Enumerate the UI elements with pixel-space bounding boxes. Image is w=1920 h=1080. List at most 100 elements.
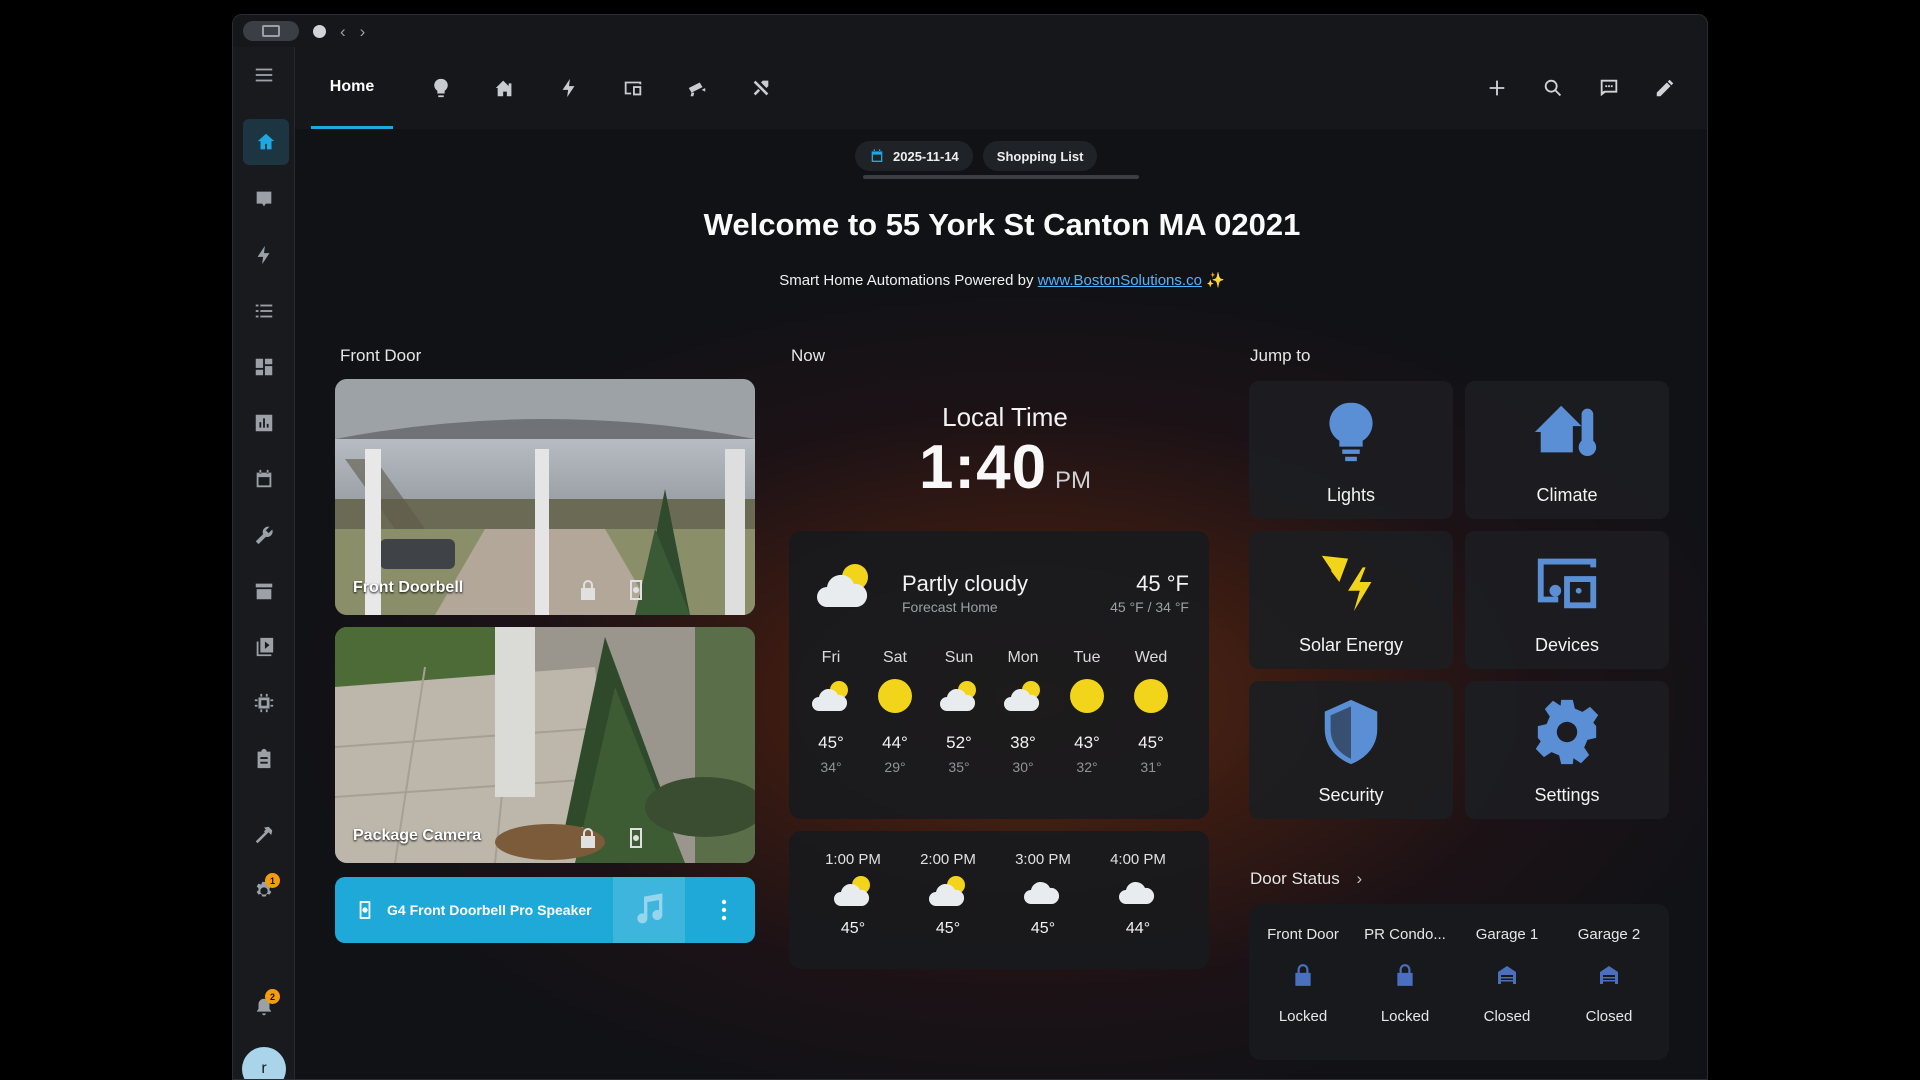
forecast-weather-icon [1129, 679, 1173, 715]
calendar-icon [256, 469, 272, 488]
tile-lights[interactable]: Lights [1249, 381, 1453, 519]
add-button[interactable] [1483, 74, 1511, 102]
camera-status-icons [579, 579, 645, 601]
forecast-weather-icon [937, 679, 981, 715]
company-link[interactable]: www.BostonSolutions.co [1038, 272, 1202, 289]
forecast-day: Fri 45° 34° [801, 649, 861, 775]
sidebar-item-developer[interactable] [246, 817, 282, 853]
lightbulb-icon [434, 78, 448, 98]
browser-window: ‹ › 1 2 r Home 2025-11-14 Shopping List … [232, 14, 1708, 1080]
sidebar-item-store[interactable] [246, 573, 282, 609]
doorbell-icon [630, 580, 642, 600]
music-note-icon [637, 893, 663, 924]
sidebar-item-map[interactable] [246, 181, 282, 217]
forecast-high: 45° [1138, 733, 1164, 752]
tile-climate[interactable]: Climate [1465, 381, 1669, 519]
hourly-item: 2:00 PM 45° [908, 851, 988, 938]
chip-row: 2025-11-14 Shopping List [855, 141, 1098, 171]
door-status-item[interactable]: Front Door Locked [1255, 926, 1351, 1025]
door-status-item[interactable]: Garage 1 Closed [1459, 926, 1555, 1025]
partly-cloudy-icon [1004, 681, 1040, 711]
doorbell-speaker-bar[interactable]: G4 Front Doorbell Pro Speaker [335, 877, 755, 943]
sidebar-item-home[interactable] [243, 119, 289, 165]
hourly-forecast-card[interactable]: 1:00 PM 45° 2:00 PM 45° 3:00 PM 45° 4:00 PM 44° [789, 831, 1209, 969]
tab-devices[interactable] [613, 47, 653, 129]
tab-tools[interactable] [741, 47, 781, 129]
more-options-icon[interactable] [721, 899, 727, 921]
tile-solar-energy-label: Solar Energy [1298, 635, 1404, 655]
tab-security[interactable] [677, 47, 717, 129]
date-label: 2025-11-14 [893, 148, 959, 164]
menu-icon[interactable] [246, 57, 282, 93]
sidebar-item-calendar[interactable] [246, 461, 282, 497]
hourly-time: 1:00 PM [825, 851, 881, 868]
forecast-weather-icon [1001, 679, 1045, 715]
window-titlebar: ‹ › [233, 15, 1707, 47]
forecast-low: 34° [820, 759, 842, 775]
forecast-weather-icon [809, 679, 853, 715]
package-camera[interactable]: Package Camera [335, 627, 755, 863]
favicon-icon [313, 24, 326, 38]
sidebar-item-notifications[interactable]: 2 [246, 989, 282, 1025]
history-icon [255, 414, 273, 432]
hourly-time: 4:00 PM [1110, 851, 1166, 868]
tile-security-label: Security [1318, 785, 1384, 805]
gear-icon [1535, 699, 1599, 765]
sidebar-item-clipboard[interactable] [246, 741, 282, 777]
sidebar-item-dashboard[interactable] [246, 349, 282, 385]
tab-climate[interactable] [485, 47, 525, 129]
solar-power-icon [1321, 555, 1372, 612]
lock-icon [1295, 964, 1311, 986]
tile-settings[interactable]: Settings [1465, 681, 1669, 819]
sidebar-item-energy[interactable] [246, 237, 282, 273]
window-icon[interactable] [243, 21, 299, 41]
forecast-low: 35° [948, 759, 970, 775]
temperature-high-low: 45 °F / 34 °F [1110, 599, 1189, 615]
hourly-weather-icon [1116, 874, 1160, 910]
sidebar-item-logbook[interactable] [246, 293, 282, 329]
back-icon[interactable]: ‹ [340, 23, 346, 40]
door-name: Front Door [1267, 926, 1339, 943]
front-doorbell-camera[interactable]: Front Doorbell [335, 379, 755, 615]
lock-icon [581, 828, 595, 848]
store-icon [255, 583, 273, 600]
sidebar-item-tools[interactable] [246, 517, 282, 553]
door-status-item[interactable]: Garage 2 Closed [1561, 926, 1657, 1025]
forecast-low: 32° [1076, 759, 1098, 775]
doorbell-icon [630, 828, 642, 848]
partly-cloudy-icon [817, 564, 868, 607]
tile-devices-label: Devices [1534, 635, 1600, 655]
door-state: Locked [1278, 1008, 1328, 1025]
sidebar: 1 2 r [233, 47, 295, 1079]
tile-security[interactable]: Security [1249, 681, 1453, 819]
forward-icon[interactable]: › [360, 23, 366, 40]
sidebar-item-media[interactable] [246, 629, 282, 665]
devices-icon [624, 81, 642, 96]
forecast-day: Mon 38° 30° [993, 649, 1053, 775]
cloudy-icon [1024, 881, 1060, 904]
search-button[interactable] [1539, 74, 1567, 102]
tile-devices[interactable]: Devices [1465, 531, 1669, 669]
forecast-day: Sat 44° 29° [865, 649, 925, 775]
sidebar-item-chip[interactable] [246, 685, 282, 721]
avatar[interactable]: r [242, 1047, 286, 1079]
tile-solar-energy[interactable]: Solar Energy [1249, 531, 1453, 669]
date-chip[interactable]: 2025-11-14 [855, 141, 973, 171]
door-status-heading[interactable]: Door Status › [1250, 869, 1362, 889]
sidebar-item-history[interactable] [246, 405, 282, 441]
shopping-list-chip[interactable]: Shopping List [982, 141, 1098, 171]
tab-energy[interactable] [549, 47, 589, 129]
weather-forecast-card[interactable]: Partly cloudy Forecast Home 45 °F 45 °F … [789, 531, 1209, 819]
edit-button[interactable] [1651, 74, 1679, 102]
door-status-item[interactable]: PR Condo... Locked [1357, 926, 1453, 1025]
door-name: Garage 2 [1577, 926, 1641, 943]
devices-icon [1537, 558, 1597, 609]
hourly-temp: 45° [1030, 920, 1056, 937]
tab-home[interactable]: Home [311, 47, 393, 129]
sidebar-item-settings[interactable]: 1 [246, 873, 282, 909]
hammer-icon [255, 826, 273, 844]
tab-lights[interactable] [421, 47, 461, 129]
forecast-low: 30° [1012, 759, 1034, 775]
cloudy-icon [1119, 881, 1155, 904]
assist-button[interactable] [1595, 74, 1623, 102]
